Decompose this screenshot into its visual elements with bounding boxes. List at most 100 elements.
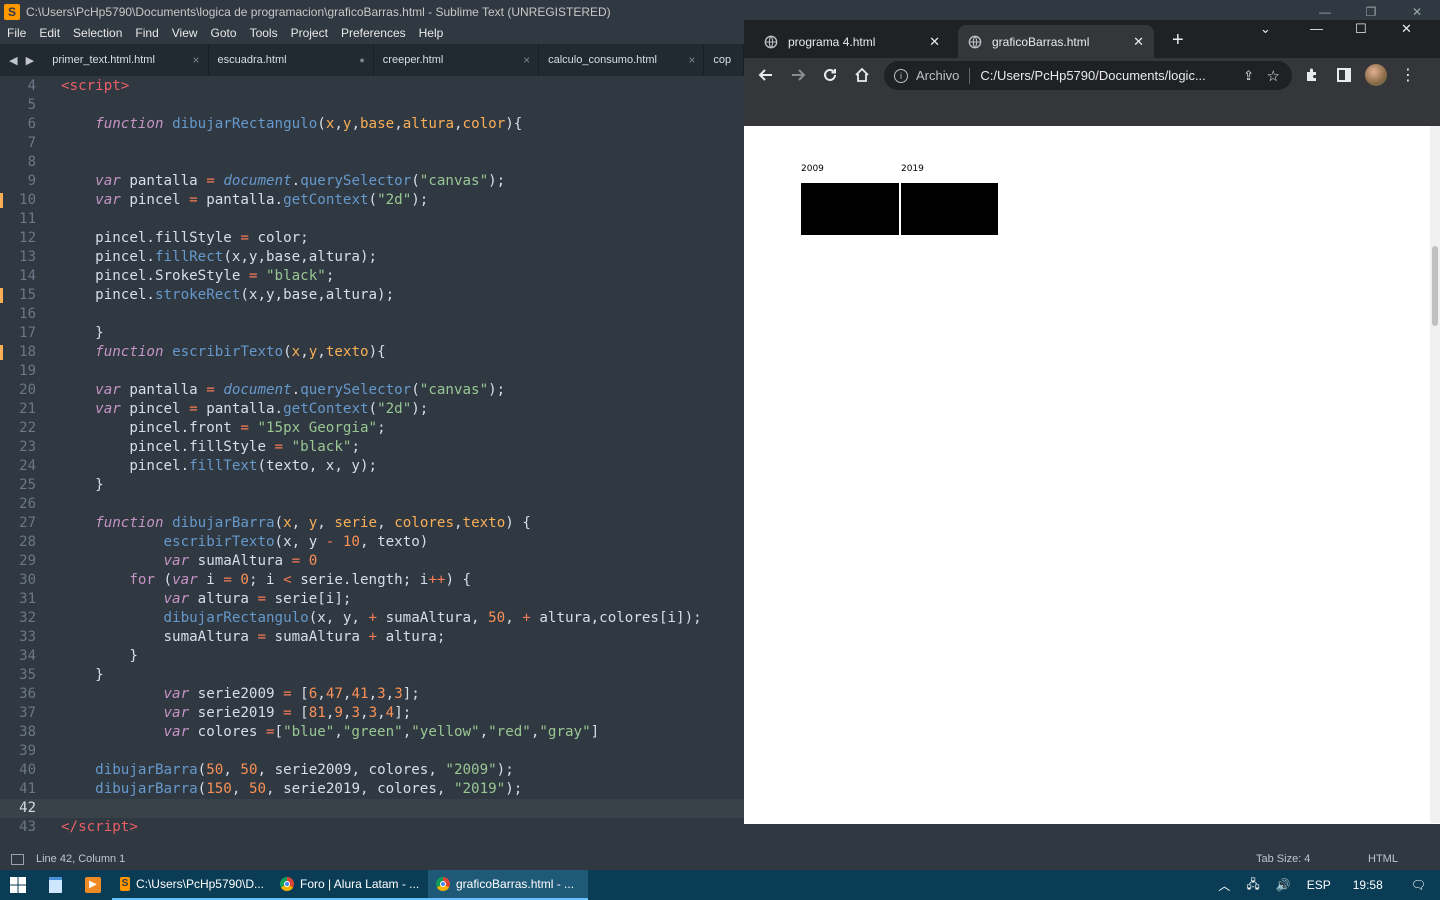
start-button[interactable] bbox=[0, 870, 36, 900]
code-line[interactable]: var colores =["blue","green","yellow","r… bbox=[61, 723, 600, 742]
tab-creeper[interactable]: creeper.html × bbox=[374, 44, 540, 76]
tab-prev-icon[interactable]: ◀ bbox=[9, 54, 17, 67]
tab-escuadra[interactable]: escuadra.html ● bbox=[209, 44, 374, 76]
code-line[interactable]: for (var i = 0; i < serie.length; i++) { bbox=[61, 571, 471, 590]
taskbar-sublime[interactable]: S C:\Users\PcHp5790\D... bbox=[112, 870, 272, 900]
code-line[interactable]: escribirTexto(x, y - 10, texto) bbox=[61, 533, 429, 552]
reload-icon[interactable] bbox=[818, 63, 842, 87]
tab-close-icon[interactable]: × bbox=[688, 53, 695, 67]
scrollbar-thumb[interactable] bbox=[1432, 246, 1438, 326]
code-line[interactable]: dibujarBarra(150, 50, serie2019, colores… bbox=[61, 780, 522, 799]
menu-view[interactable]: View bbox=[165, 26, 204, 40]
code-line[interactable]: pincel.front = "15px Georgia"; bbox=[61, 419, 385, 438]
code-line[interactable]: dibujarRectangulo(x, y, + sumaAltura, 50… bbox=[61, 609, 702, 628]
close-icon[interactable]: ✕ bbox=[929, 34, 940, 50]
tab-next-icon[interactable]: ▶ bbox=[26, 54, 34, 67]
tab-search-icon[interactable]: ⌄ bbox=[1260, 21, 1271, 41]
bar-label-2019: 2019 bbox=[901, 164, 924, 174]
back-icon[interactable] bbox=[754, 63, 778, 87]
code-line[interactable]: dibujarBarra(50, 50, serie2009, colores,… bbox=[61, 761, 514, 780]
taskbar-chrome-foro[interactable]: Foro | Alura Latam - ... bbox=[272, 870, 428, 900]
code-line[interactable]: <script> bbox=[61, 77, 129, 96]
tab-close-icon[interactable]: × bbox=[523, 53, 530, 67]
code-line[interactable]: var pincel = pantalla.getContext("2d"); bbox=[61, 191, 428, 210]
code-line[interactable]: } bbox=[61, 647, 138, 666]
syntax-selector[interactable]: HTML bbox=[1368, 853, 1398, 865]
line-number: 15 bbox=[19, 287, 36, 303]
tab-close-icon[interactable]: × bbox=[192, 53, 199, 67]
input-language[interactable]: ESP bbox=[1299, 870, 1339, 900]
chrome-tab-programa4[interactable]: programa 4.html ✕ bbox=[754, 25, 950, 58]
code-line[interactable]: function dibujarRectangulo(x,y,base,altu… bbox=[61, 115, 522, 134]
code-line[interactable]: pincel.fillRect(x,y,base,altura); bbox=[61, 248, 377, 267]
side-panel-icon[interactable] bbox=[1332, 63, 1356, 87]
code-line[interactable]: sumaAltura = sumaAltura + altura; bbox=[61, 628, 445, 647]
code-line[interactable]: var pincel = pantalla.getContext("2d"); bbox=[61, 400, 428, 419]
tab-cop[interactable]: cop bbox=[704, 44, 744, 76]
code-line[interactable]: var pantalla = document.querySelector("c… bbox=[61, 381, 505, 400]
code-line[interactable]: pincel.strokeRect(x,y,base,altura); bbox=[61, 286, 394, 305]
bookmark-star-icon[interactable]: ☆ bbox=[1267, 67, 1280, 85]
menu-tools[interactable]: Tools bbox=[243, 26, 284, 40]
code-line[interactable]: var serie2019 = [81,9,3,3,4]; bbox=[61, 704, 412, 723]
menu-goto[interactable]: Goto bbox=[204, 26, 243, 40]
code-line[interactable]: var serie2009 = [6,47,41,3,3]; bbox=[61, 685, 420, 704]
menu-find[interactable]: Find bbox=[128, 26, 164, 40]
menu-edit[interactable]: Edit bbox=[32, 26, 66, 40]
chrome-tab-graficobarras[interactable]: graficoBarras.html ✕ bbox=[958, 25, 1154, 58]
code-editor[interactable]: 4 5 6 7 8 9 10 11 12 13 14 15 16 17 18 19 20 21 22 23 24 25 26… bbox=[0, 76, 744, 848]
profile-avatar[interactable] bbox=[1364, 63, 1388, 87]
info-icon[interactable]: i bbox=[894, 68, 908, 83]
menu-help[interactable]: Help bbox=[412, 26, 450, 40]
code-line[interactable]: pincel.fillStyle = "black"; bbox=[61, 438, 360, 457]
code-line[interactable]: pincel.SrokeStyle = "black"; bbox=[61, 267, 334, 286]
page-scrollbar[interactable] bbox=[1430, 126, 1440, 823]
menu-selection[interactable]: Selection bbox=[66, 26, 128, 40]
close-icon[interactable]: ✕ bbox=[1133, 34, 1144, 50]
notepad-icon[interactable] bbox=[36, 870, 74, 900]
menu-project[interactable]: Project bbox=[284, 26, 334, 40]
windows-logo-icon bbox=[10, 877, 26, 893]
code-line[interactable]: var sumaAltura = 0 bbox=[61, 552, 318, 571]
tab-calculo-consumo[interactable]: calculo_consumo.html × bbox=[539, 44, 705, 76]
code-line[interactable]: } bbox=[61, 666, 104, 685]
home-icon[interactable] bbox=[850, 63, 874, 87]
menu-file[interactable]: File bbox=[0, 26, 32, 40]
code-line[interactable]: function escribirTexto(x,y,texto){ bbox=[61, 343, 385, 362]
code-line[interactable]: pincel.fillStyle = color; bbox=[61, 229, 309, 248]
cursor-position[interactable]: Line 42, Column 1 bbox=[36, 853, 125, 865]
media-player-icon[interactable]: ▶ bbox=[74, 870, 112, 900]
notifications-icon[interactable]: 🗨 bbox=[1397, 870, 1440, 900]
tab-unsaved-icon[interactable]: ● bbox=[359, 55, 364, 65]
menu-preferences[interactable]: Preferences bbox=[334, 26, 412, 40]
forward-icon[interactable] bbox=[786, 63, 810, 87]
code-line[interactable]: var pantalla = document.querySelector("c… bbox=[61, 172, 505, 191]
chevron-up-icon[interactable]: ︿ bbox=[1210, 870, 1238, 900]
address-bar[interactable]: i Archivo C:/Users/PcHp5790/Documents/lo… bbox=[884, 61, 1292, 90]
code-line[interactable]: } bbox=[61, 324, 104, 343]
chrome-window: programa 4.html ✕ graficoBarras.html ✕ +… bbox=[744, 20, 1440, 824]
code-line[interactable]: } bbox=[61, 476, 104, 495]
close-icon[interactable]: ✕ bbox=[1401, 21, 1412, 41]
volume-icon[interactable]: 🔊 bbox=[1268, 870, 1299, 900]
extensions-icon[interactable] bbox=[1300, 63, 1324, 87]
sublime-menubar: File Edit Selection Find View Goto Tools… bbox=[0, 23, 744, 43]
taskbar-chrome-grafico[interactable]: graficoBarras.html - ... bbox=[428, 870, 588, 900]
tab-size[interactable]: Tab Size: 4 bbox=[1256, 853, 1310, 865]
code-line[interactable]: function dibujarBarra(x, y, serie, color… bbox=[61, 514, 531, 533]
maximize-icon[interactable]: ☐ bbox=[1355, 21, 1367, 41]
tab-primer-text[interactable]: primer_text.html.html × bbox=[43, 44, 209, 76]
sublime-logo-icon: S bbox=[120, 877, 130, 891]
code-line[interactable]: var altura = serie[i]; bbox=[61, 590, 352, 609]
panel-toggle-icon[interactable] bbox=[11, 853, 24, 865]
share-icon[interactable]: ⇪ bbox=[1243, 68, 1254, 84]
line-number: 9 bbox=[27, 173, 36, 189]
menu-kebab-icon[interactable]: ⋮ bbox=[1396, 63, 1420, 87]
url-text[interactable]: C:/Users/PcHp5790/Documents/logic... bbox=[980, 68, 1205, 83]
code-line[interactable]: pincel.fillText(texto, x, y); bbox=[61, 457, 377, 476]
new-tab-icon[interactable]: + bbox=[1172, 29, 1184, 52]
clock-time[interactable]: 19:58 bbox=[1339, 870, 1397, 900]
code-line[interactable]: </script> bbox=[61, 818, 138, 837]
network-icon[interactable]: 🖧 bbox=[1238, 870, 1267, 900]
minimize-icon[interactable]: — bbox=[1310, 21, 1323, 41]
